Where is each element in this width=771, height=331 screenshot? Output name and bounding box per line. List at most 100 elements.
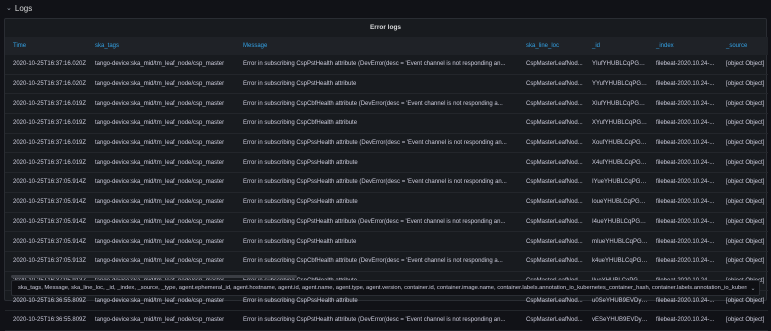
cell-index: filebeat-2020.10.24-... [648, 231, 718, 252]
error-logs-panel: Error logs Time ska_tags Message ska_line_l… [4, 18, 768, 331]
cell-ska-tags: tango-device:ska_mid/tm_leaf_node/csp_ma… [87, 231, 235, 252]
cell-source: [object Object] [718, 113, 768, 134]
cell-message: Error in subscribing CspPstHealth attrib… [235, 231, 518, 252]
cell-time: 2020-10-25T16:37:05.914Z [5, 212, 87, 233]
cell-id: loueYHUBLCqPGw3i... [584, 192, 648, 213]
table-row[interactable]: 2020-10-25T16:37:16.019Z tango-device:ska… [5, 133, 768, 154]
cell-ska-tags: tango-device:ska_mid/tm_leaf_node/csp_ma… [87, 192, 235, 213]
cell-index: filebeat-2020.10.24-... [648, 192, 718, 213]
cell-id: I4ueYHUBLCqPGw3i... [584, 212, 648, 233]
cell-ska-line-loc: CspMasterLeafNod... [518, 133, 584, 154]
cell-id: XoufYHUBLCqPGw3... [584, 133, 648, 154]
cell-id: YYufYHUBLCqPGw3i... [584, 74, 648, 95]
table-row[interactable]: 2020-10-25T16:37:16.020Z tango-device:ska… [5, 74, 768, 95]
cell-index: filebeat-2020.10.24-... [648, 152, 718, 174]
table-row[interactable]: 2020-10-25T16:37:05.914Z tango-device:ska… [5, 192, 768, 213]
cell-time: 2020-10-25T16:37:16.020Z [5, 55, 87, 75]
cell-ska-tags: tango-device:ska_mid/tm_leaf_node/csp_ma… [87, 55, 235, 75]
cell-id: XYufYHUBLCqPGw3i... [584, 113, 648, 134]
cell-ska-line-loc: CspMasterLeafNod... [518, 55, 584, 75]
cell-time: 2020-10-25T16:36:55.809Z [5, 310, 87, 331]
cell-source: [object Object] [718, 310, 768, 331]
cell-time: 2020-10-25T16:37:05.913Z [5, 251, 87, 272]
cell-ska-line-loc: CspMasterLeafNod... [518, 152, 584, 174]
cell-message: Error in subscribing CspPssHealth attrib… [235, 133, 518, 154]
cell-source: [object Object] [718, 152, 768, 174]
cell-ska-line-loc: CspMasterLeafNod... [518, 74, 584, 95]
cell-index: filebeat-2020.10.24-... [648, 93, 718, 115]
cell-time: 2020-10-25T16:37:16.019Z [5, 113, 87, 134]
cell-index: filebeat-2020.10.24-... [648, 74, 718, 95]
cell-message: Error in subscribing CspPstHealth attrib… [235, 212, 518, 233]
table-row[interactable]: 2020-10-25T16:37:05.914Z tango-device:ska… [5, 212, 768, 233]
cell-message: Error in subscribing CspPstHealth attrib… [235, 310, 518, 331]
cell-message: Error in subscribing CspPssHealth attrib… [235, 192, 518, 213]
cell-message: Error in subscribing CspPstHealth attrib… [235, 74, 518, 95]
cell-ska-line-loc: CspMasterLeafNod... [518, 172, 584, 193]
cell-id: k4ueYHUBLCqPGw3i... [584, 251, 648, 272]
cell-ska-tags: tango-device:ska_mid/tm_leaf_node/csp_ma… [87, 133, 235, 154]
cell-ska-line-loc: CspMasterLeafNod... [518, 251, 584, 272]
field-selector[interactable]: ska_tags, Message, ska_line_loc, _id, _i… [11, 280, 760, 296]
panel-title: Error logs [369, 24, 402, 31]
cell-ska-tags: tango-device:ska_mid/tm_leaf_node/csp_ma… [87, 212, 235, 233]
table-row[interactable]: 2020-10-25T16:37:05.913Ztango-device:ska… [5, 251, 768, 272]
cell-ska-line-loc: CspMasterLeafNod... [518, 231, 584, 252]
cell-message: Error in subscribing CspPssHealth attrib… [235, 172, 518, 193]
column-header-id[interactable]: _id [584, 37, 648, 55]
cell-source: [object Object] [718, 212, 768, 233]
table-row[interactable]: 2020-10-25T16:36:55.809Z tango-device:ska… [5, 310, 768, 331]
column-header-index[interactable]: _index [648, 37, 718, 55]
cell-message: Error in subscribing CspPstHealth attrib… [235, 55, 518, 75]
cell-ska-tags: tango-device:ska_mid/tm_leaf_node/csp_ma… [87, 74, 235, 95]
cell-ska-line-loc: CspMasterLeafNod... [518, 113, 584, 134]
horizontal-scrollbar[interactable] [11, 275, 297, 278]
table-row[interactable]: 2020-10-25T16:37:05.914Z tango-device:ska… [5, 231, 768, 252]
cell-ska-tags: tango-device:ska_mid/tm_leaf_node/csp_ma… [87, 251, 235, 272]
cell-ska-tags: tango-device:ska_mid/tm_leaf_node/csp_ma… [87, 93, 235, 115]
cell-source: [object Object] [718, 231, 768, 252]
cell-ska-tags: tango-device:ska_mid/tm_leaf_node/csp_ma… [87, 310, 235, 331]
cell-message: Error in subscribing CspCbfHealth attrib… [235, 93, 518, 115]
column-header-ska-line-loc[interactable]: ska_line_loc [518, 37, 584, 55]
table-row[interactable]: 2020-10-25T16:37:16.019Z tango-device:ska… [5, 152, 768, 174]
chevron-down-icon: ⌄ [6, 5, 12, 12]
table-row[interactable]: 2020-10-25T16:37:16.019Z tango-device:ska… [5, 113, 768, 134]
cell-id: X4ufYHUBLCqPGw3... [584, 152, 648, 174]
cell-message: Error in subscribing CspPssHealth attrib… [235, 152, 518, 174]
cell-source: [object Object] [718, 74, 768, 95]
logs-row-header[interactable]: ⌄ Logs [0, 0, 771, 16]
column-header-time[interactable]: Time [5, 37, 87, 55]
cell-index: filebeat-2020.10.24-... [648, 55, 718, 75]
cell-time: 2020-10-25T16:37:16.019Z [5, 93, 87, 115]
field-selector-value: ska_tags, Message, ska_line_loc, _id, _i… [18, 285, 747, 291]
cell-message: Error in subscribing CspCbfHealth attrib… [235, 251, 518, 272]
cell-index: filebeat-2020.10.24-... [648, 310, 718, 331]
cell-index: filebeat-2020.10.24-... [648, 212, 718, 233]
cell-id: mIueYHUBLCqPGw... [584, 231, 648, 252]
cell-source: [object Object] [718, 93, 768, 115]
cell-ska-tags: tango-device:ska_mid/tm_leaf_node/csp_ma… [87, 113, 235, 134]
column-header-source[interactable]: _source [718, 37, 768, 55]
cell-source: [object Object] [718, 133, 768, 154]
cell-index: filebeat-2020.10.24-... [648, 172, 718, 193]
table-row[interactable]: 2020-10-25T16:37:16.019Z tango-device:ska… [5, 93, 768, 115]
cell-index: filebeat-2020.10.24-... [648, 251, 718, 272]
cell-id: IYueYHUBLCqPGw3i... [584, 172, 648, 193]
table-row[interactable]: 2020-10-25T16:37:16.020Z tango-device:ska… [5, 55, 768, 75]
table-row[interactable]: 2020-10-25T16:37:05.914Z tango-device:ska… [5, 172, 768, 193]
cell-id: XIufYHUBLCqPGw3i... [584, 93, 648, 115]
cell-ska-tags: tango-device:ska_mid/tm_leaf_node/csp_ma… [87, 172, 235, 193]
cell-time: 2020-10-25T16:37:05.914Z [5, 231, 87, 252]
table-header-row: Time ska_tags Message ska_line_loc _id _index… [5, 37, 768, 55]
cell-index: filebeat-2020.10.24-... [648, 113, 718, 134]
cell-source: [object Object] [718, 172, 768, 193]
cell-id: YIufYHUBLCqPGw3i... [584, 55, 648, 75]
column-header-ska-tags[interactable]: ska_tags [87, 37, 235, 55]
cell-time: 2020-10-25T16:37:05.914Z [5, 172, 87, 193]
column-header-message[interactable]: Message [235, 37, 518, 55]
cell-index: filebeat-2020.10.24-... [648, 133, 718, 154]
chevron-down-icon[interactable]: ⌄ [747, 285, 759, 292]
cell-time: 2020-10-25T16:37:16.020Z [5, 74, 87, 95]
section-title: Logs [14, 3, 33, 13]
